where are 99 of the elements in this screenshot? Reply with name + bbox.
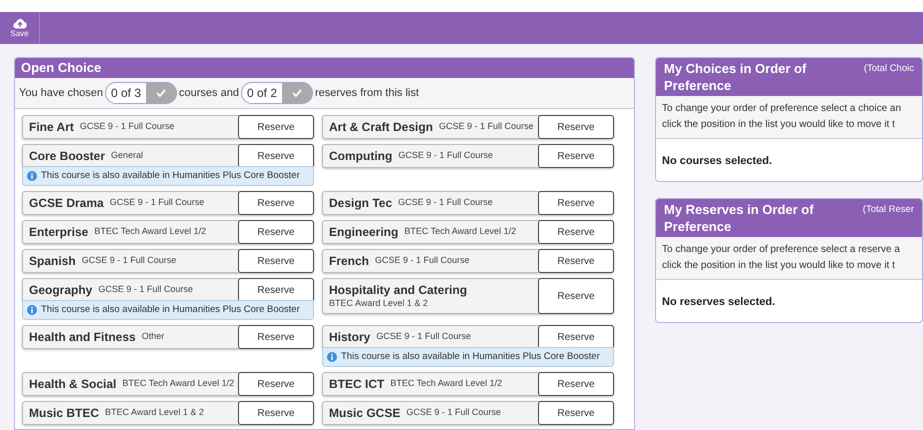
- course-type: BTEC Award Level 1 & 2: [329, 298, 429, 309]
- course-card[interactable]: Health & Social BTEC Tech Award Level 1/2 Reserve: [22, 372, 314, 396]
- empty-message: No reserves selected.: [662, 296, 776, 308]
- course-card[interactable]: Core Booster General Reserve: [22, 144, 314, 168]
- reserve-button[interactable]: Reserve: [238, 249, 314, 273]
- instruction-text: To change your order of preference select a reserve a: [662, 243, 901, 257]
- course-type: GCSE 9 - 1 Full Course: [80, 120, 174, 134]
- reserve-button[interactable]: Reserve: [538, 372, 614, 396]
- course-name: Core Booster: [29, 148, 106, 165]
- course-name: Fine Art: [29, 119, 74, 136]
- course-name: Enterprise: [29, 224, 88, 241]
- course-type: BTEC Tech Award Level 1/2: [94, 225, 206, 238]
- course-name: Music GCSE: [329, 405, 400, 422]
- course-card[interactable]: Hospitality and Catering BTEC Award Level 1 & 2 Reserve: [322, 278, 614, 314]
- course-card[interactable]: Design Tec GCSE 9 - 1 Full Course Reserve: [322, 191, 614, 215]
- course-name: Art & Craft Design: [329, 119, 434, 136]
- course-card[interactable]: Music GCSE GCSE 9 - 1 Full Course Reserve: [322, 401, 614, 425]
- course-card[interactable]: Computing GCSE 9 - 1 Full Course Reserve: [322, 144, 614, 168]
- reserve-button[interactable]: Reserve: [238, 401, 314, 425]
- course-name: GCSE Drama: [29, 195, 104, 212]
- course-card[interactable]: Spanish GCSE 9 - 1 Full Course Reserve: [22, 249, 314, 273]
- summary-text: courses and: [179, 86, 239, 101]
- course-name: History: [329, 329, 370, 346]
- course-name: Hospitality and Catering: [329, 283, 468, 298]
- course-type: GCSE 9 - 1 Full Course: [375, 254, 470, 268]
- course-type: BTEC Tech Award Level 1/2: [122, 377, 234, 390]
- reserve-button[interactable]: Reserve: [238, 115, 314, 139]
- course-card[interactable]: GCSE Drama GCSE 9 - 1 Full Course Reserve: [22, 191, 314, 215]
- note-text: This course is also available in Humanities Plus Core Booster: [341, 350, 600, 364]
- course-name: Music BTEC: [29, 405, 100, 422]
- course-type: GCSE 9 - 1 Full Course: [406, 406, 501, 420]
- course-card[interactable]: Fine Art GCSE 9 - 1 Full Course Reserve: [22, 115, 314, 139]
- course-type: BTEC Award Level 1 & 2: [105, 406, 204, 420]
- course-card[interactable]: Health and Fitness Other Reserve: [22, 325, 314, 349]
- reserve-button[interactable]: Reserve: [538, 249, 614, 273]
- course-card[interactable]: Engineering BTEC Tech Award Level 1/2 Reserve: [322, 220, 614, 244]
- course-card[interactable]: BTEC ICT BTEC Tech Award Level 1/2 Reserve: [322, 372, 614, 396]
- info-icon: [327, 352, 337, 362]
- check-icon: [292, 89, 302, 97]
- course-name: Health & Social: [29, 376, 116, 393]
- course-type: BTEC Tech Award Level 1/2: [404, 225, 516, 238]
- count-toggle[interactable]: 0 of 3: [105, 82, 178, 104]
- note-text: This course is also available in Humanities Plus Core Booster: [41, 302, 300, 317]
- course-type: GCSE 9 - 1 Full Course: [398, 149, 493, 162]
- reserve-button[interactable]: Reserve: [238, 191, 314, 215]
- course-type: GCSE 9 - 1 Full Course: [439, 120, 534, 134]
- course-type: GCSE 9 - 1 Full Course: [398, 196, 493, 210]
- instruction-text: click the position in the list you would like to move it t: [662, 259, 896, 273]
- reserve-button[interactable]: Reserve: [538, 220, 614, 244]
- instruction-text: click the position in the list you would like to move it t: [662, 118, 896, 132]
- course-name: Computing: [329, 148, 392, 165]
- reserve-button[interactable]: Reserve: [238, 278, 314, 302]
- reserve-button[interactable]: Reserve: [238, 325, 314, 349]
- reserve-button[interactable]: Reserve: [538, 191, 614, 215]
- course-type: General: [111, 149, 144, 162]
- course-card[interactable]: French GCSE 9 - 1 Full Course Reserve: [322, 249, 614, 273]
- reserve-button[interactable]: Reserve: [238, 372, 314, 396]
- course-type: GCSE 9 - 1 Full Course: [82, 254, 176, 268]
- course-card[interactable]: History GCSE 9 - 1 Full Course Reserve: [322, 325, 614, 349]
- course-type: GCSE 9 - 1 Full Course: [110, 196, 204, 210]
- course-name: Health and Fitness: [29, 329, 136, 346]
- course-type: GCSE 9 - 1 Full Course: [98, 283, 193, 296]
- course-card[interactable]: Art & Craft Design GCSE 9 - 1 Full Course Reserve: [322, 115, 614, 139]
- course-card[interactable]: Music BTEC BTEC Award Level 1 & 2 Reserve: [22, 401, 314, 425]
- summary-text: reserves from this list: [315, 86, 419, 101]
- info-icon: [27, 171, 37, 181]
- instruction-text: To change your order of preference select a choice an: [662, 102, 902, 116]
- course-name: Engineering: [329, 224, 398, 241]
- panel-title: My Reserves in Order of Preference: [664, 201, 815, 235]
- course-name: Spanish: [29, 253, 76, 270]
- total-label: (Total Reser: [862, 203, 914, 217]
- course-name: Design Tec: [329, 195, 392, 212]
- empty-message: No courses selected.: [662, 155, 772, 167]
- course-type: BTEC Tech Award Level 1/2: [390, 377, 502, 390]
- note-text: This course is also available in Humanities Plus Core Booster: [41, 168, 300, 183]
- reserve-button[interactable]: Reserve: [538, 278, 614, 314]
- reserve-button[interactable]: Reserve: [238, 144, 314, 168]
- course-card[interactable]: Enterprise BTEC Tech Award Level 1/2 Reserve: [22, 220, 314, 244]
- reserve-button[interactable]: Reserve: [538, 115, 614, 139]
- course-card[interactable]: Geography GCSE 9 - 1 Full Course Reserve: [22, 278, 314, 302]
- total-label: (Total Choic: [864, 62, 914, 76]
- course-type: GCSE 9 - 1 Full Course: [376, 330, 471, 344]
- summary-text: You have chosen: [19, 86, 103, 101]
- course-name: French: [329, 253, 370, 270]
- panel-title: Open Choice: [21, 59, 102, 78]
- count-value: 0 of 2: [242, 83, 282, 103]
- course-name: Geography: [29, 282, 92, 299]
- check-icon: [156, 89, 166, 97]
- cloud-upload-icon: [12, 18, 26, 28]
- course-type: Other: [142, 330, 164, 344]
- reserve-button[interactable]: Reserve: [538, 325, 614, 349]
- reserve-button[interactable]: Reserve: [538, 401, 614, 425]
- count-toggle[interactable]: 0 of 2: [240, 82, 313, 104]
- panel-title: My Choices in Order of Preference: [664, 60, 808, 94]
- info-icon: [27, 305, 37, 315]
- reserve-button[interactable]: Reserve: [538, 144, 614, 168]
- course-name: BTEC ICT: [329, 376, 384, 393]
- reserve-button[interactable]: Reserve: [238, 220, 314, 244]
- count-value: 0 of 3: [106, 83, 146, 103]
